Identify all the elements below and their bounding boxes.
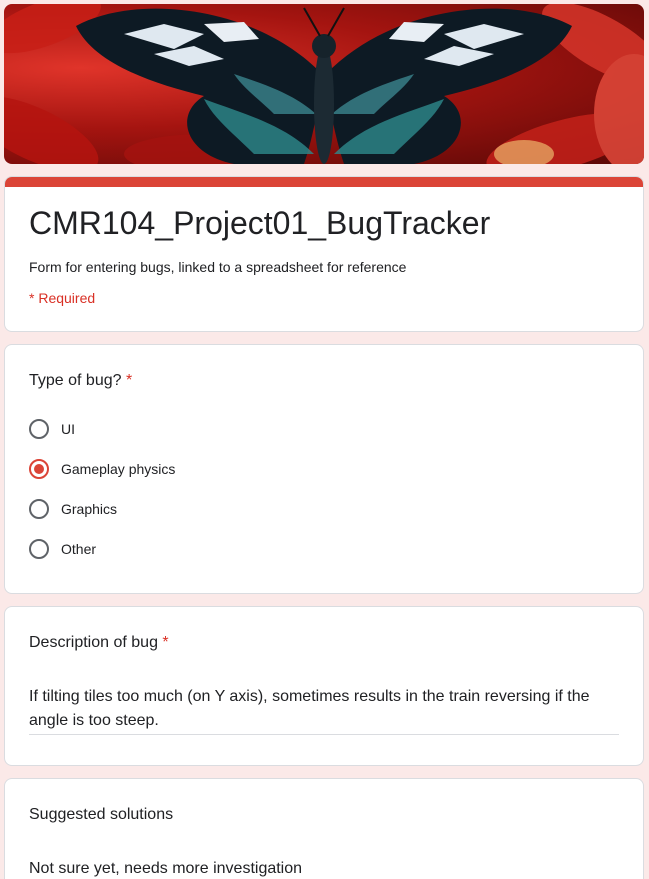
radio-button[interactable] [29,499,49,519]
radio-option-label: Graphics [61,501,118,517]
form-description: Form for entering bugs, linked to a spre… [29,259,407,275]
butterfly-banner-art [4,4,644,164]
radio-button[interactable] [29,419,49,439]
question-title-text: Type of bug? [29,372,122,389]
radio-option-label: Other [61,541,97,557]
required-asterisk: * [125,372,133,389]
radio-option-other[interactable]: Other [29,537,96,561]
question-title: Description of bug * [29,631,169,655]
question-card-description: Description of bug * If tilting tiles to… [4,606,644,766]
question-card-suggested-solutions: Suggested solutions Not sure yet, needs … [4,778,644,879]
question-card-type-of-bug: Type of bug? * UI Gameplay physics Graph… [4,344,644,594]
radio-button[interactable] [29,539,49,559]
radio-option-gameplay-physics[interactable]: Gameplay physics [29,457,175,481]
question-title: Type of bug? * [29,369,132,393]
radio-option-label: UI [61,421,75,437]
question-title: Suggested solutions [29,803,173,827]
question-title-text: Description of bug [29,634,158,651]
required-asterisk: * [162,634,169,651]
answer-underline [29,734,619,735]
form-header-card: CMR104_Project01_BugTracker Form for ent… [4,176,644,332]
radio-option-label: Gameplay physics [61,461,176,477]
radio-option-ui[interactable]: UI [29,417,75,441]
form-title: CMR104_Project01_BugTracker [29,205,491,241]
question-title-text: Suggested solutions [29,806,174,823]
radio-button-selected[interactable] [29,459,49,479]
required-note: * Required [29,290,96,306]
header-banner-image [4,4,644,164]
suggested-solutions-answer-field[interactable]: Not sure yet, needs more investigation [29,857,619,879]
radio-option-graphics[interactable]: Graphics [29,497,117,521]
description-answer-field[interactable]: If tilting tiles too much (on Y axis), s… [29,685,619,733]
header-accent-bar [5,177,643,187]
